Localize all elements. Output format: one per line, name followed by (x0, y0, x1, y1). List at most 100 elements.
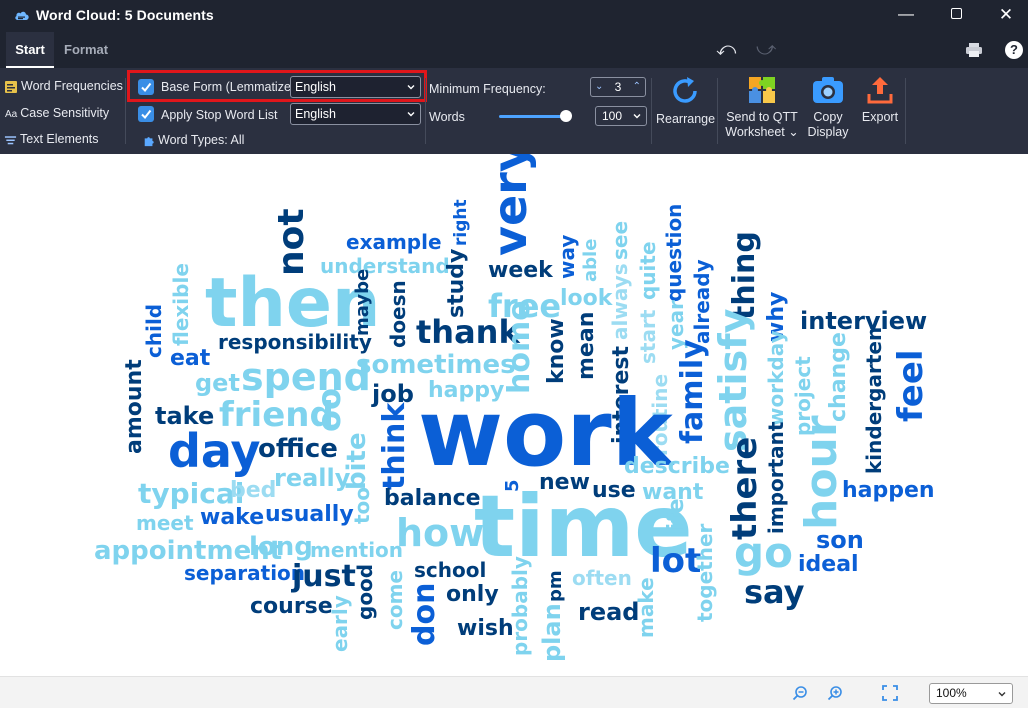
zoom-in-icon[interactable] (827, 685, 843, 701)
min-frequency-stepper[interactable]: ⌄ 3 ⌃ (590, 77, 646, 97)
text-elements-button[interactable]: Text Elements (4, 132, 99, 147)
case-sensitivity-icon: Aa (5, 109, 18, 120)
app-cloud-icon (15, 11, 29, 20)
base-form-checkbox[interactable] (138, 79, 154, 95)
rearrange-button[interactable]: Rearrange (656, 74, 716, 127)
chevron-down-icon[interactable]: ⌄ (595, 78, 603, 96)
word-already: already (690, 259, 714, 344)
text-elements-icon (4, 135, 17, 144)
word-feel: feel (891, 349, 931, 422)
word-very: very (483, 154, 537, 256)
word-read: read (578, 598, 640, 626)
separator (125, 78, 126, 144)
word-see: see (608, 220, 632, 260)
words-slider-track[interactable] (499, 115, 567, 118)
word-day: day (168, 424, 261, 478)
words-select[interactable]: 100 (595, 106, 647, 126)
word-satisfy: satisfy (711, 308, 755, 452)
word-usually: usually (265, 502, 354, 527)
stop-word-checkbox[interactable] (138, 106, 154, 122)
case-sensitivity-button[interactable]: Aa Case Sensitivity (5, 106, 109, 120)
maximize-button[interactable] (933, 0, 979, 32)
word-cloud-canvas[interactable]: very not example understand right study … (0, 154, 1028, 675)
word-together: together (693, 523, 717, 622)
word-five: 5 (502, 479, 523, 492)
undo-icon[interactable]: ⤺ (716, 40, 736, 60)
word-child: child (142, 303, 166, 358)
word-know: know (544, 318, 569, 384)
words-value: 100 (602, 109, 623, 123)
base-form-language-value: English (295, 80, 336, 94)
ribbon: Word Frequencies Aa Case Sensitivity Text… (0, 68, 1028, 154)
word-question: question (662, 203, 686, 302)
word-office: office (258, 434, 338, 464)
title-bar: Word Cloud: 5 Documents — ✕ (0, 0, 1028, 32)
word-ideal: ideal (798, 552, 859, 577)
tab-format[interactable]: Format (64, 32, 108, 68)
word-right: right (451, 199, 471, 246)
words-slider-handle[interactable] (560, 110, 572, 122)
word-spend: spend (241, 355, 371, 399)
word-school: school (414, 558, 487, 582)
word-start: start (636, 309, 660, 364)
word-typical: typical (138, 477, 245, 510)
word-eat: eat (170, 346, 211, 371)
word-often: often (572, 566, 632, 590)
word-long: long (249, 532, 313, 562)
export-label: Export (861, 110, 899, 124)
chevron-down-icon (633, 114, 641, 119)
word-quite: quite (636, 241, 660, 300)
word-change: change (826, 332, 851, 422)
word-important: important (764, 421, 788, 534)
word-happen: happen (842, 478, 935, 503)
help-icon[interactable]: ? (1005, 41, 1023, 59)
word-wake: wake (200, 505, 265, 530)
min-frequency-value: 3 (614, 80, 622, 94)
stop-word-language-value: English (295, 107, 336, 121)
base-form-label: Base Form (Lemmatize) (161, 80, 296, 94)
copy-display-label: Copy (813, 110, 843, 124)
redo-icon[interactable]: ⤻ (756, 40, 776, 60)
word-sometimes: sometimes (356, 350, 516, 380)
separator (651, 78, 652, 144)
word-get: get (195, 369, 240, 397)
export-button[interactable]: Export (858, 74, 902, 125)
puzzle-icon (144, 136, 154, 146)
word-frequencies-button[interactable]: Word Frequencies (4, 79, 123, 94)
word-amount: amount (122, 359, 147, 454)
word-don: don (407, 582, 442, 646)
min-frequency-label: Minimum Frequency: (429, 82, 546, 96)
word-maybe: maybe (352, 268, 373, 336)
close-button[interactable]: ✕ (983, 0, 1028, 32)
stop-word-language-select[interactable]: English (290, 103, 421, 125)
chevron-up-icon[interactable]: ⌃ (633, 78, 641, 96)
check-icon (141, 109, 152, 120)
export-icon (867, 77, 893, 104)
minimize-button[interactable]: — (883, 0, 929, 32)
word-types-button[interactable]: Word Types: All (143, 133, 244, 148)
zoom-select[interactable]: 100% (929, 683, 1013, 704)
word-example: example (346, 230, 442, 254)
base-form-language-select[interactable]: English (290, 76, 421, 98)
word-responsibility: responsibility (218, 330, 372, 354)
word-week: week (488, 258, 553, 283)
send-to-qtt-button[interactable]: Send to QTT Worksheet ⌄ (724, 74, 800, 140)
word-flexible: flexible (169, 263, 193, 346)
word-early: early (328, 595, 352, 652)
word-too: too (350, 486, 374, 524)
word-able: able (580, 238, 601, 282)
word-kindergarten: kindergarten (862, 326, 886, 474)
word-bed: bed (230, 478, 277, 503)
tab-start[interactable]: Start (6, 32, 54, 68)
chevron-down-icon (998, 692, 1006, 697)
copy-display-button[interactable]: Copy Display (804, 74, 852, 140)
fit-to-window-icon[interactable] (882, 685, 898, 701)
print-icon[interactable] (965, 42, 983, 58)
word-describe: describe (624, 454, 730, 479)
zoom-out-icon[interactable] (792, 685, 808, 701)
word-course: course (250, 594, 333, 619)
word-frequencies-icon (5, 80, 17, 93)
word-good: good (353, 563, 377, 620)
rearrange-label: Rearrange (656, 112, 716, 126)
word-mean: mean (574, 311, 599, 380)
